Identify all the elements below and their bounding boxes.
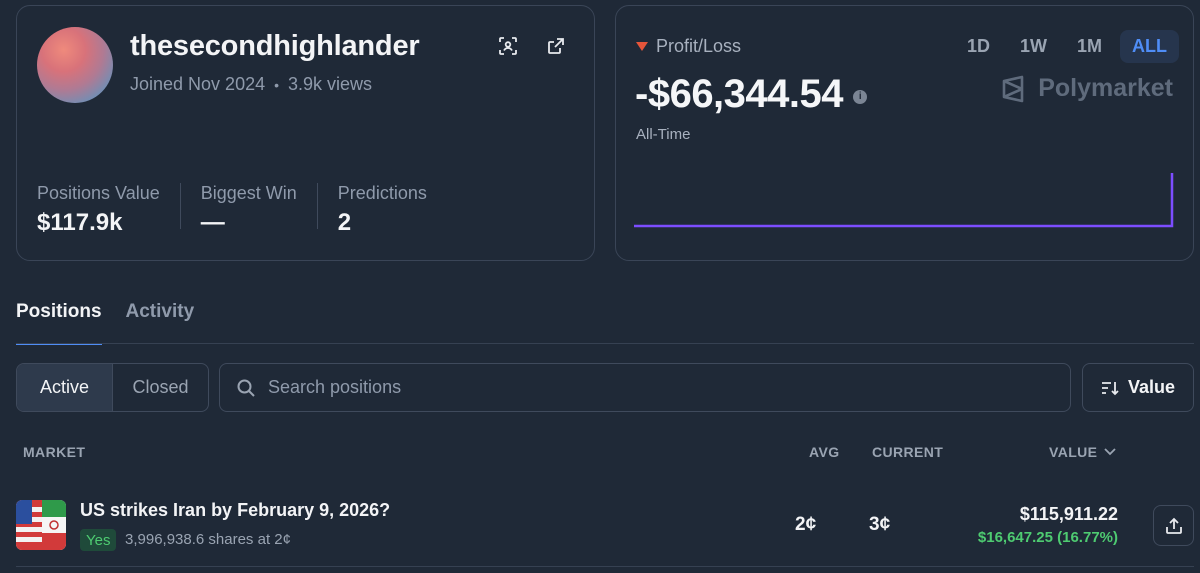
sort-label: Value xyxy=(1127,377,1176,397)
profile-meta: Joined Nov 2024 • 3.9k views xyxy=(130,74,372,95)
search-input[interactable] xyxy=(268,377,1048,398)
closed-filter-button[interactable]: Closed xyxy=(113,364,208,411)
range-tabs: 1D 1W 1M ALL xyxy=(955,30,1179,63)
stat-label: Positions Value xyxy=(37,183,160,203)
column-header-market: MARKET xyxy=(23,444,86,460)
current-price: 3¢ xyxy=(869,514,891,535)
pnl-card: Profit/Loss 1D 1W 1M ALL -$66,344.54 i A… xyxy=(615,5,1194,261)
column-header-avg: AVG xyxy=(809,444,840,460)
brand-logo: Polymarket xyxy=(1000,74,1173,103)
column-header-current: CURRENT xyxy=(872,444,944,460)
outcome-badge: Yes xyxy=(80,529,117,551)
profile-stats: Positions Value $117.9k Biggest Win — Pr… xyxy=(37,183,467,236)
range-tab-all[interactable]: ALL xyxy=(1120,30,1179,63)
share-icon xyxy=(1165,517,1182,534)
stat-label: Biggest Win xyxy=(200,183,297,203)
username: thesecondhighlander xyxy=(130,30,420,62)
share-button[interactable] xyxy=(1153,505,1194,546)
search-box xyxy=(219,363,1071,412)
position-value: $115,911.22 xyxy=(1019,504,1118,524)
meta-separator: • xyxy=(274,76,280,93)
external-link-icon[interactable] xyxy=(544,34,568,58)
profile-card: thesecondhighlander Joined Nov 2024 • 3.… xyxy=(16,5,595,261)
stat-value: — xyxy=(200,209,225,236)
pnl-period: All-Time xyxy=(636,126,691,143)
stat-value: $117.9k xyxy=(37,209,123,236)
tab-activity[interactable]: Activity xyxy=(126,301,195,345)
pnl-header: Profit/Loss xyxy=(636,36,741,57)
scan-icon[interactable] xyxy=(496,34,520,58)
stat-label: Predictions xyxy=(337,183,427,203)
pnl-value-row: -$66,344.54 i xyxy=(635,72,868,117)
column-header-value-label: VALUE xyxy=(1049,444,1098,460)
view-count: 3.9k views xyxy=(288,74,373,94)
range-tab-1m[interactable]: 1M xyxy=(1065,30,1114,63)
avatar xyxy=(37,27,113,103)
stat-biggest-win: Biggest Win — xyxy=(200,183,318,236)
active-filter-button[interactable]: Active xyxy=(17,364,113,411)
search-icon xyxy=(237,379,255,397)
market-image xyxy=(16,500,66,550)
tabs-divider xyxy=(16,343,1194,344)
down-triangle-icon xyxy=(636,42,648,51)
pnl-line xyxy=(634,173,1174,228)
stat-positions-value: Positions Value $117.9k xyxy=(37,183,181,236)
position-pnl: $16,647.25 (16.77%) xyxy=(977,529,1118,546)
sort-button[interactable]: Value xyxy=(1082,363,1194,412)
range-tab-1w[interactable]: 1W xyxy=(1008,30,1059,63)
market-title[interactable]: US strikes Iran by February 9, 2026? xyxy=(80,500,390,521)
chevron-down-icon xyxy=(1104,448,1117,456)
column-header-value[interactable]: VALUE xyxy=(1049,444,1117,460)
brand-name: Polymarket xyxy=(1038,74,1173,102)
avg-price: 2¢ xyxy=(795,514,817,535)
main-tabs: Positions Activity xyxy=(16,301,194,345)
stat-value: 2 xyxy=(337,209,352,236)
row-divider xyxy=(16,566,1194,567)
info-icon[interactable]: i xyxy=(853,89,868,104)
stat-predictions: Predictions 2 xyxy=(337,183,447,236)
sort-icon xyxy=(1101,381,1119,395)
range-tab-1d[interactable]: 1D xyxy=(955,30,1002,63)
pnl-chart xyxy=(634,173,1174,228)
tab-positions[interactable]: Positions xyxy=(16,301,102,345)
joined-date: Joined Nov 2024 xyxy=(130,74,266,94)
pnl-label: Profit/Loss xyxy=(656,36,742,56)
shares-info: 3,996,938.6 shares at 2¢ xyxy=(125,531,291,548)
pnl-value: -$66,344.54 xyxy=(635,72,844,116)
polymarket-logo-icon xyxy=(1002,75,1024,102)
status-toggle: Active Closed xyxy=(16,363,209,412)
